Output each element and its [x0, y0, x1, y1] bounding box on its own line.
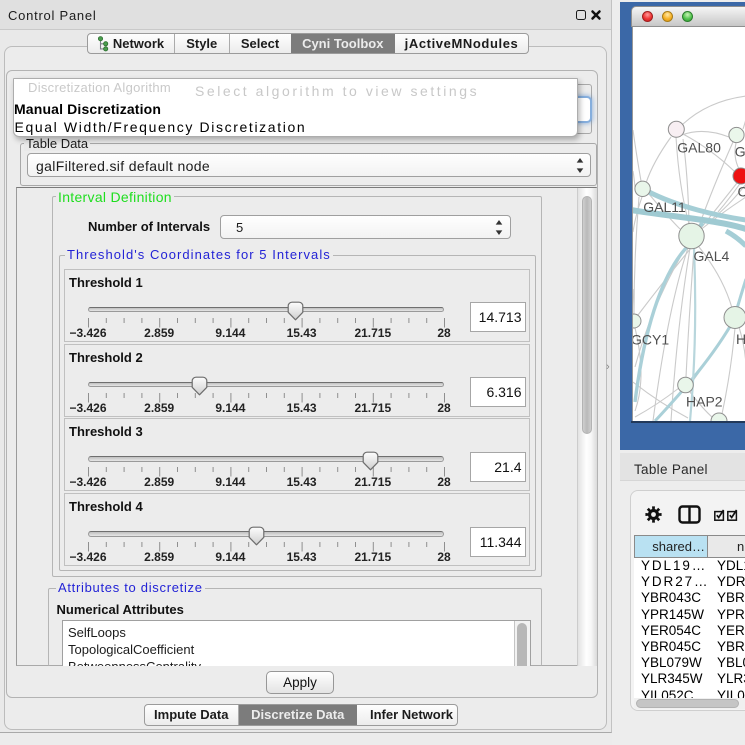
- svg-text:GAL11: GAL11: [643, 199, 686, 215]
- svg-text:H: H: [736, 331, 745, 347]
- svg-text:C: C: [738, 183, 745, 199]
- svg-text:GAL4: GAL4: [694, 248, 730, 264]
- svg-text:GA: GA: [735, 144, 745, 160]
- svg-text:GCY1: GCY1: [633, 332, 669, 348]
- svg-text:GAL80: GAL80: [677, 139, 721, 155]
- svg-text:HAP2: HAP2: [686, 394, 723, 410]
